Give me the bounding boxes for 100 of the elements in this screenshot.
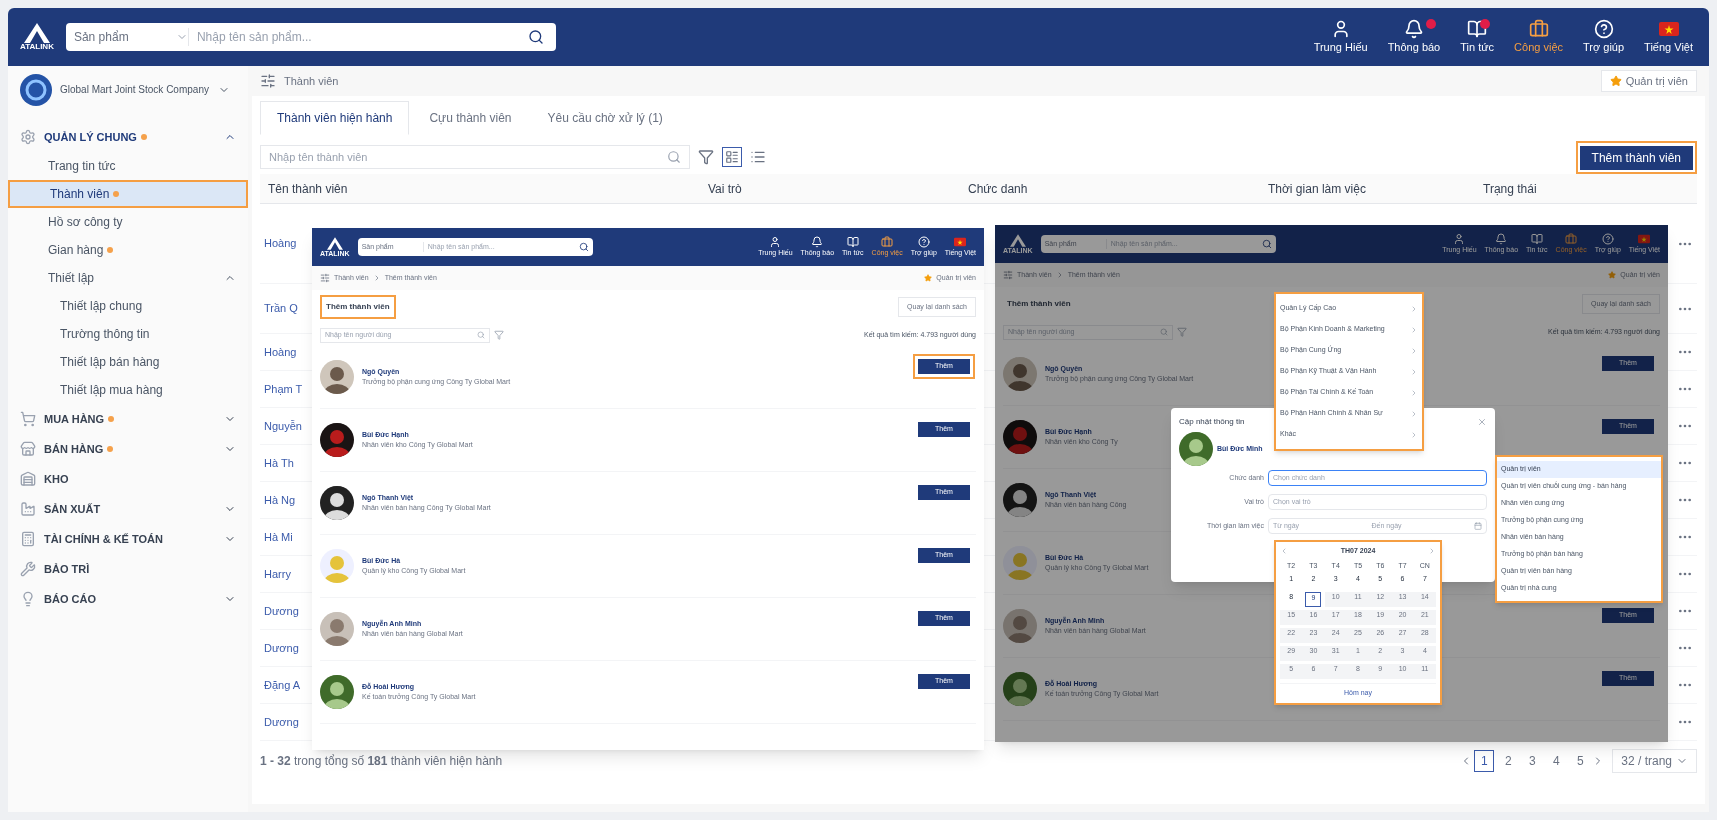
sidebar-item[interactable]: Gian hàng <box>8 236 248 264</box>
page-button[interactable]: 2 <box>1498 750 1519 772</box>
bell-icon <box>811 235 824 248</box>
calculator-icon <box>20 531 36 547</box>
column-header: Chức danh <box>967 180 1029 198</box>
sidebar-group[interactable]: BẢO TRÌ <box>8 554 248 584</box>
filter-icon[interactable] <box>698 149 714 165</box>
user-avatar-icon <box>769 235 782 248</box>
help-icon <box>1601 232 1614 245</box>
member-name-cell[interactable]: Hà Mi <box>264 528 293 546</box>
factory-icon <box>20 501 36 517</box>
list-view-icon[interactable] <box>750 149 766 165</box>
user-avatar-icon <box>1453 232 1466 245</box>
star-icon <box>1609 75 1622 87</box>
sidebar-group[interactable]: KHO <box>8 464 248 494</box>
member-name-cell[interactable]: Dương <box>264 602 299 620</box>
search-icon <box>1261 239 1272 249</box>
gear-icon <box>20 129 36 145</box>
sidebar-item[interactable]: Thiết lập mua hàng <box>8 376 248 404</box>
cart-icon <box>20 411 36 427</box>
column-header: Trạng thái <box>1482 180 1538 198</box>
sidebar-item[interactable]: Trang tin tức <box>8 152 248 180</box>
help-icon <box>917 235 930 248</box>
nav-action[interactable]: Trung Hiếu <box>1309 18 1372 56</box>
company-logo-icon <box>20 74 52 106</box>
nav-action[interactable]: Thông báo <box>1383 18 1445 56</box>
page-button[interactable]: 5 <box>1570 750 1591 772</box>
search-icon <box>1160 328 1168 336</box>
logo-text: ATALINK <box>20 43 54 51</box>
member-name-cell[interactable]: Hà Th <box>264 454 294 472</box>
sidebar-group[interactable]: TÀI CHÍNH & KẾ TOÁN <box>8 524 248 554</box>
member-name-cell[interactable]: Nguyễn <box>264 417 302 435</box>
member-name-cell[interactable]: Hoàng <box>264 235 297 252</box>
logo-icon <box>326 237 343 250</box>
calendar-icon <box>1474 522 1482 530</box>
book-icon <box>846 235 859 248</box>
tab[interactable]: Cựu thành viên <box>413 101 528 135</box>
wrench-icon <box>20 561 36 577</box>
column-header: Vai trò <box>707 180 743 198</box>
member-name-cell[interactable]: Dương <box>264 639 299 657</box>
search-icon[interactable] <box>527 29 544 45</box>
search-icon <box>578 242 589 252</box>
member-name-cell[interactable]: Đặng A <box>264 676 301 694</box>
chevron-right-icon <box>1410 325 1418 334</box>
sidebar-item[interactable]: Thiết lập chung <box>8 292 248 320</box>
member-name-cell[interactable]: Trần Q <box>264 300 298 317</box>
tab[interactable]: Thành viên hiện hành <box>260 101 410 135</box>
member-name-cell[interactable]: Harry <box>264 565 291 583</box>
page-button[interactable]: 3 <box>1522 750 1543 772</box>
briefcase-icon <box>1528 18 1549 39</box>
page-size-select[interactable]: 32 / trang <box>1612 749 1697 773</box>
page-title: Thêm thành viên <box>1006 298 1072 310</box>
menu-icon[interactable] <box>260 73 276 89</box>
dialog-title: Cập nhật thông tin <box>1179 416 1245 428</box>
nav-action[interactable]: Tiếng Việt <box>1640 18 1697 56</box>
chevron-right-icon <box>1410 388 1418 397</box>
sidebar-group[interactable]: MUA HÀNG <box>8 404 248 434</box>
sidebar-group[interactable]: SẢN XUẤT <box>8 494 248 524</box>
sidebar-item[interactable]: Thiết lập <box>8 264 248 292</box>
product-search-field[interactable]: Sản phẩm Nhập tên sản phẩm... <box>65 23 556 51</box>
tab[interactable]: Yêu cầu chờ xử lý (1) <box>531 101 679 135</box>
sidebar-item[interactable]: Thành viên <box>8 180 248 208</box>
nav-action[interactable]: Công việc <box>1510 18 1568 56</box>
role-label: Quản trị viên <box>1625 73 1688 89</box>
sidebar-item[interactable]: Thiết lập bán hàng <box>8 348 248 376</box>
search-icon <box>477 331 485 339</box>
star-icon <box>924 274 933 282</box>
chevron-right-icon <box>1410 409 1418 418</box>
member-name-cell[interactable]: Phạm T <box>264 380 303 398</box>
column-header: Tên thành viên <box>267 180 349 198</box>
member-name-cell[interactable]: Hà Ng <box>264 491 296 509</box>
menu-icon[interactable] <box>1003 270 1013 280</box>
briefcase-icon <box>1565 232 1578 245</box>
book-icon <box>1530 232 1543 245</box>
logo-icon <box>1009 234 1026 247</box>
bell-icon <box>1495 232 1508 245</box>
add-member-button[interactable]: Thêm thành viên <box>1579 145 1693 170</box>
search-icon <box>667 150 681 164</box>
sidebar-group[interactable]: BÁN HÀNG <box>8 434 248 464</box>
page-title: Thêm thành viên <box>320 295 396 319</box>
member-name-cell[interactable]: Hoàng <box>264 343 297 361</box>
card-view-icon[interactable] <box>722 147 742 167</box>
page-button[interactable]: 4 <box>1546 750 1567 772</box>
menu-icon[interactable] <box>320 273 330 283</box>
sidebar-group[interactable]: QUẢN LÝ CHUNG <box>8 122 248 152</box>
sidebar-item[interactable]: Hồ sơ công ty <box>8 208 248 236</box>
sidebar-group[interactable]: BÁO CÁO <box>8 584 248 614</box>
briefcase-icon <box>881 235 894 248</box>
chevron-right-icon <box>1410 346 1418 355</box>
nav-action[interactable]: Trợ giúp <box>1579 18 1629 56</box>
member-name-cell[interactable]: Dương <box>264 713 299 731</box>
store-icon <box>20 441 36 457</box>
company-name[interactable]: Global Mart Joint Stock Company <box>60 83 210 97</box>
sidebar-item[interactable]: Trường thông tin <box>8 320 248 348</box>
star-icon <box>1608 271 1617 279</box>
nav-action[interactable]: Tin tức <box>1456 18 1499 56</box>
book-icon <box>1467 18 1488 39</box>
breadcrumb: Thành viên <box>284 73 339 89</box>
flag-icon <box>954 235 967 248</box>
page-button[interactable]: 1 <box>1474 750 1495 772</box>
